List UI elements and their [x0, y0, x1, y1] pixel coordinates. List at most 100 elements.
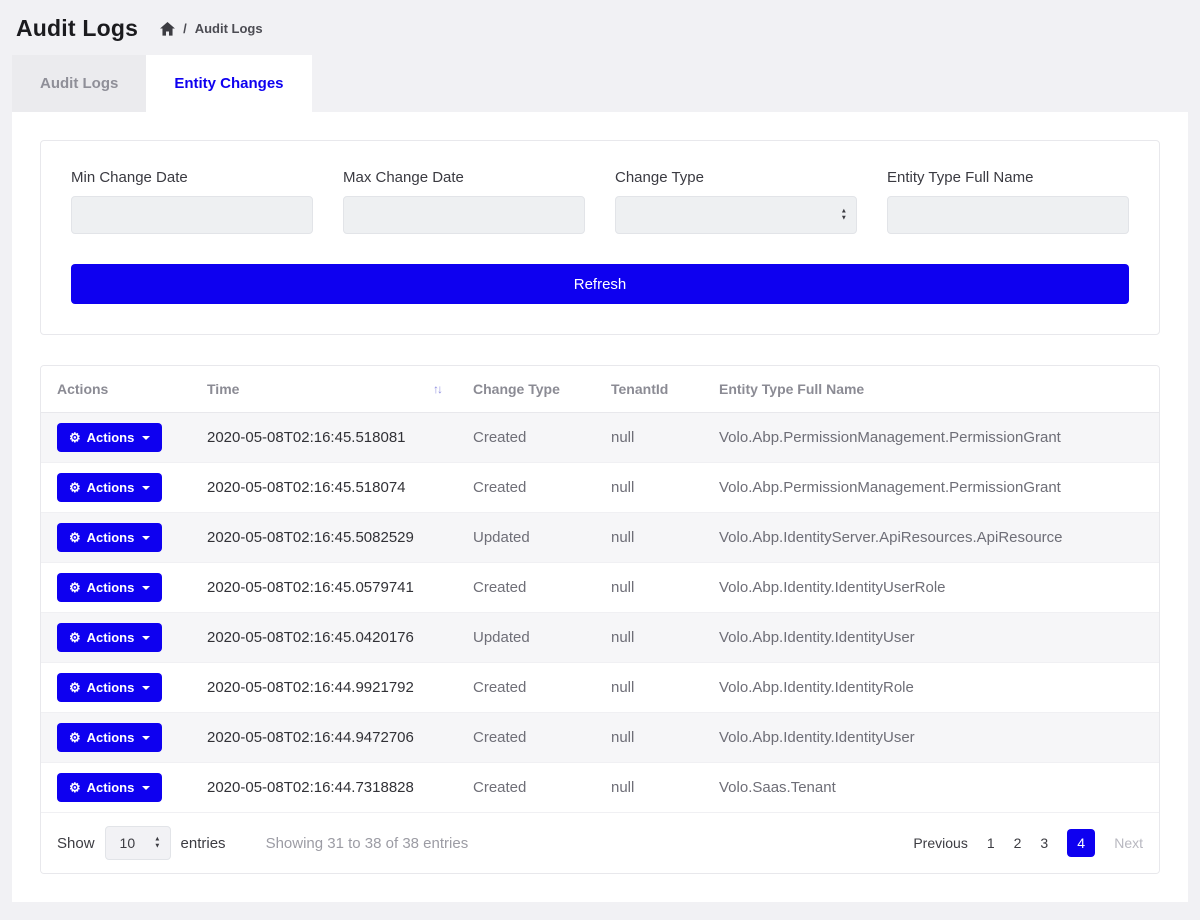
row-actions-button[interactable]: ⚙ Actions [57, 723, 162, 752]
table-row: ⚙ Actions 2020-05-08T02:16:45.518081 Crea… [41, 413, 1159, 463]
entries-summary: Showing 31 to 38 of 38 entries [266, 835, 469, 852]
home-icon[interactable] [160, 22, 175, 36]
gear-icon: ⚙ [69, 431, 81, 444]
row-actions-label: Actions [87, 680, 135, 695]
caret-down-icon [142, 736, 150, 740]
min-change-date-input[interactable] [71, 196, 313, 234]
cell-change-type: Created [457, 663, 595, 713]
entity-changes-table-card: Actions Time ↑↓ Change Type TenantId Ent… [40, 365, 1160, 874]
caret-down-icon [142, 786, 150, 790]
row-actions-label: Actions [87, 630, 135, 645]
page-title: Audit Logs [16, 15, 138, 42]
filter-grid: Min Change Date Max Change Date Change T… [71, 169, 1129, 234]
gear-icon: ⚙ [69, 681, 81, 694]
row-actions-button[interactable]: ⚙ Actions [57, 423, 162, 452]
cell-time: 2020-05-08T02:16:45.5082529 [191, 513, 457, 563]
entity-type-input[interactable] [887, 196, 1129, 234]
show-label: Show [57, 835, 95, 852]
breadcrumb-separator: / [183, 21, 187, 36]
cell-time: 2020-05-08T02:16:45.0579741 [191, 563, 457, 613]
row-actions-button[interactable]: ⚙ Actions [57, 523, 162, 552]
col-header-actions: Actions [41, 366, 191, 413]
cell-entity-type: Volo.Abp.PermissionManagement.Permission… [703, 463, 1159, 513]
row-actions-label: Actions [87, 480, 135, 495]
pagination-next[interactable]: Next [1114, 835, 1143, 851]
entity-type-label: Entity Type Full Name [887, 169, 1129, 186]
caret-down-icon [142, 586, 150, 590]
max-change-date-input[interactable] [343, 196, 585, 234]
entity-changes-table: Actions Time ↑↓ Change Type TenantId Ent… [41, 366, 1159, 813]
pagination-page-2[interactable]: 2 [1014, 835, 1022, 851]
pagination-previous[interactable]: Previous [913, 835, 967, 851]
table-row: ⚙Actions 2020-05-08T02:16:45.0579741 Cre… [41, 563, 1159, 613]
gear-icon: ⚙ [69, 481, 81, 494]
row-actions-button[interactable]: ⚙Actions [57, 573, 162, 602]
table-row: ⚙ Actions 2020-05-08T02:16:45.0420176 Upd… [41, 613, 1159, 663]
cell-change-type: Created [457, 763, 595, 813]
cell-time: 2020-05-08T02:16:44.7318828 [191, 763, 457, 813]
tab-content-panel: Min Change Date Max Change Date Change T… [12, 112, 1188, 902]
cell-change-type: Created [457, 563, 595, 613]
row-actions-label: Actions [87, 780, 135, 795]
cell-tenant-id: null [595, 663, 703, 713]
tab-bar: Audit Logs Entity Changes [12, 55, 1188, 112]
gear-icon: ⚙ [69, 731, 81, 744]
table-header-row: Actions Time ↑↓ Change Type TenantId Ent… [41, 366, 1159, 413]
pagination-page-1[interactable]: 1 [987, 835, 995, 851]
table-row: ⚙ Actions 2020-05-08T02:16:44.7318828 Cre… [41, 763, 1159, 813]
cell-tenant-id: null [595, 413, 703, 463]
tab-entity-changes[interactable]: Entity Changes [146, 55, 311, 112]
cell-time: 2020-05-08T02:16:44.9472706 [191, 713, 457, 763]
breadcrumb-current: Audit Logs [195, 21, 263, 36]
change-type-label: Change Type [615, 169, 857, 186]
refresh-button[interactable]: Refresh [71, 264, 1129, 304]
pagination-page-4-active[interactable]: 4 [1067, 829, 1095, 857]
gear-icon: ⚙ [69, 531, 81, 544]
row-actions-button[interactable]: ⚙ Actions [57, 623, 162, 652]
table-row: ⚙Actions 2020-05-08T02:16:44.9472706 Cre… [41, 713, 1159, 763]
row-actions-label: Actions [87, 430, 135, 445]
cell-entity-type: Volo.Abp.Identity.IdentityRole [703, 663, 1159, 713]
col-header-tenant-id: TenantId [595, 366, 703, 413]
pagination-page-3[interactable]: 3 [1040, 835, 1048, 851]
row-actions-label: Actions [87, 530, 135, 545]
page-header: Audit Logs / Audit Logs [0, 0, 1200, 55]
table-row: ⚙Actions 2020-05-08T02:16:45.5082529 Upd… [41, 513, 1159, 563]
cell-tenant-id: null [595, 763, 703, 813]
min-change-date-label: Min Change Date [71, 169, 313, 186]
cell-time: 2020-05-08T02:16:45.518081 [191, 413, 457, 463]
row-actions-button[interactable]: ⚙ Actions [57, 673, 162, 702]
gear-icon: ⚙ [69, 631, 81, 644]
cell-entity-type: Volo.Abp.Identity.IdentityUser [703, 713, 1159, 763]
row-actions-label: Actions [87, 730, 135, 745]
row-actions-button[interactable]: ⚙ Actions [57, 773, 162, 802]
change-type-select-wrap: ▲▼ [615, 196, 857, 234]
page-size-select[interactable]: 10 [105, 826, 171, 860]
col-header-entity-type: Entity Type Full Name [703, 366, 1159, 413]
col-header-time[interactable]: Time ↑↓ [191, 366, 457, 413]
row-actions-label: Actions [87, 580, 135, 595]
table-footer: Show 10 ▲▼ entries Showing 31 to 38 of 3… [41, 813, 1159, 873]
caret-down-icon [142, 486, 150, 490]
cell-change-type: Created [457, 413, 595, 463]
cell-change-type: Created [457, 463, 595, 513]
page-size-group: Show 10 ▲▼ entries [57, 826, 226, 860]
max-change-date-label: Max Change Date [343, 169, 585, 186]
filter-field-min-change-date: Min Change Date [71, 169, 313, 234]
filter-field-entity-type: Entity Type Full Name [887, 169, 1129, 234]
cell-entity-type: Volo.Abp.Identity.IdentityUser [703, 613, 1159, 663]
cell-tenant-id: null [595, 563, 703, 613]
cell-entity-type: Volo.Saas.Tenant [703, 763, 1159, 813]
gear-icon: ⚙ [69, 781, 81, 794]
row-actions-button[interactable]: ⚙ Actions [57, 473, 162, 502]
cell-change-type: Updated [457, 613, 595, 663]
cell-time: 2020-05-08T02:16:45.0420176 [191, 613, 457, 663]
cell-tenant-id: null [595, 513, 703, 563]
cell-entity-type: Volo.Abp.PermissionManagement.Permission… [703, 413, 1159, 463]
cell-tenant-id: null [595, 713, 703, 763]
change-type-select[interactable] [615, 196, 857, 234]
filter-field-change-type: Change Type ▲▼ [615, 169, 857, 234]
table-row: ⚙Actions 2020-05-08T02:16:44.9921792 Cre… [41, 663, 1159, 713]
caret-down-icon [142, 636, 150, 640]
tab-audit-logs[interactable]: Audit Logs [12, 55, 146, 112]
